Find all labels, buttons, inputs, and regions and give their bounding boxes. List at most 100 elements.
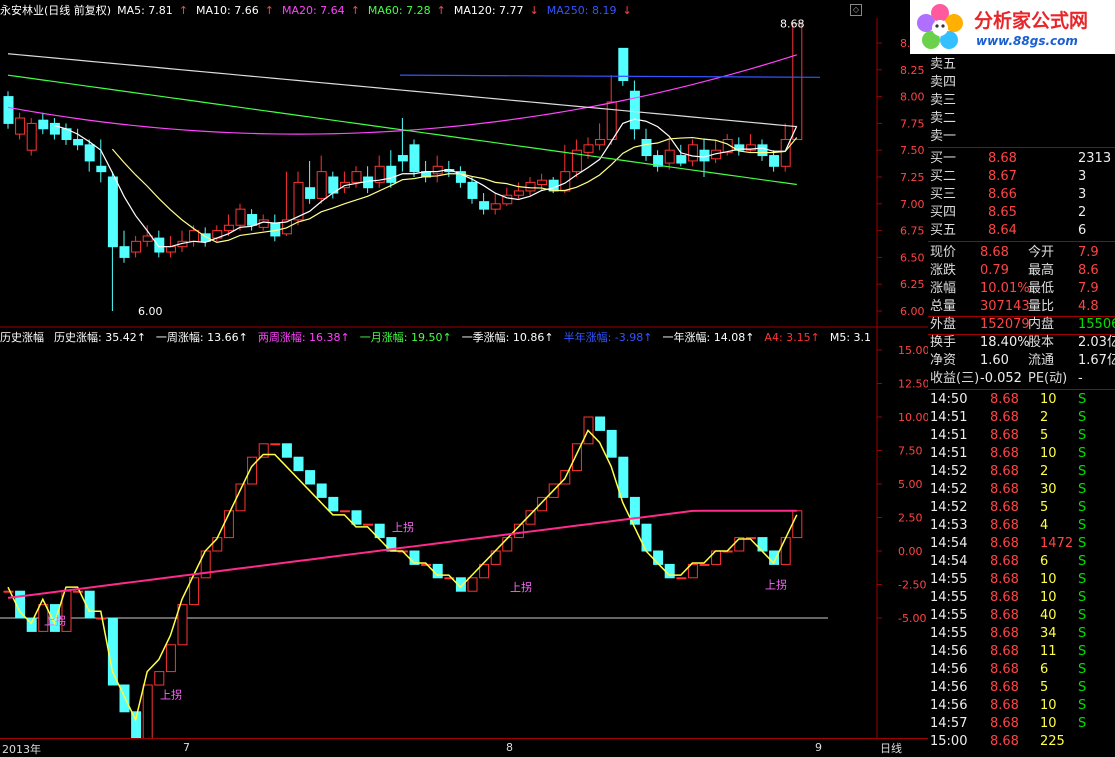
tick-time: 14:52: [930, 500, 968, 515]
ind-tick-label: -2.50: [898, 579, 926, 592]
ind-tick-label: 15.00: [898, 344, 928, 357]
candle-down: [3, 96, 14, 124]
ma-arrow: ↓: [622, 4, 632, 17]
indicator-bar: [142, 684, 153, 740]
ma-arrow: ↓: [529, 4, 539, 17]
indicator-bar: [676, 577, 687, 580]
tick-price: 8.68: [990, 572, 1019, 587]
tick-price: 8.68: [990, 536, 1019, 551]
ask-label: 卖五: [930, 57, 957, 72]
price-tick-label: 6.25: [900, 278, 925, 291]
tick-row: 14:51 8.68 5 S: [928, 427, 1115, 445]
bid-row: 买四 8.65 2: [928, 204, 1115, 222]
tick-side: S: [1078, 500, 1087, 515]
kline-chart[interactable]: 8.508.258.007.757.507.257.006.756.506.25…: [0, 0, 928, 756]
candle-down: [548, 179, 559, 192]
price-header: 永安林业(日线 前复权) MA5: 7.81 ↑ MA10: 7.66 ↑ MA20: 7…: [0, 3, 855, 19]
price-tick-label: 6.75: [900, 225, 925, 238]
candle-down: [467, 181, 478, 199]
ma-arrow: ↑: [178, 4, 189, 17]
ind-tick-label: -5.00: [898, 612, 926, 625]
tick-volume: 11: [1040, 644, 1057, 659]
bid-label: 买二: [930, 169, 957, 184]
candle-up: [792, 23, 803, 140]
indicator-label: A4: 3.15↑: [764, 331, 820, 344]
bid-label: 买四: [930, 205, 957, 220]
ma-label: MA60: 7.28: [367, 4, 431, 17]
ma120-line: [7, 53, 797, 128]
tick-time: 15:00: [930, 734, 968, 749]
ask-label: 卖三: [930, 93, 957, 108]
tick-side: S: [1078, 410, 1087, 425]
ma-legend: MA5: 7.81 ↑ MA10: 7.66 ↑ MA20: 7.64 ↑ MA60: 7.…: [117, 4, 640, 17]
tick-side: S: [1078, 392, 1087, 407]
candle-up: [606, 101, 617, 140]
bid-price: 8.65: [988, 205, 1017, 220]
candle-down: [479, 201, 490, 210]
ma-label: MA250: 8.19: [546, 4, 617, 17]
tick-side: S: [1078, 518, 1087, 533]
indicator-bar: [467, 577, 478, 592]
bid-label: 买五: [930, 223, 957, 238]
indicator-label: 一周涨幅: 13.66↑: [155, 331, 248, 344]
tick-time: 14:50: [930, 392, 968, 407]
candle-up: [316, 171, 327, 199]
ind-tick-label: 5.00: [898, 478, 923, 491]
quote-label: 今开: [1028, 245, 1055, 260]
indicator-label: 两周涨幅: 16.38↑: [257, 331, 350, 344]
quote-label: 涨跌: [930, 263, 957, 278]
indicator-bar: [305, 470, 316, 485]
candle-up: [165, 246, 176, 253]
price-tick-label: 8.00: [900, 91, 925, 104]
chart-area[interactable]: 8.508.258.007.757.507.257.006.756.506.25…: [0, 0, 928, 756]
indicator-label: 历史涨幅: [0, 331, 44, 344]
candle-down: [641, 138, 652, 157]
ask-label: 卖一: [930, 129, 957, 144]
quote-value: 307143: [980, 299, 1030, 314]
restore-icon[interactable]: ◇: [850, 4, 862, 16]
tick-price: 8.68: [990, 482, 1019, 497]
candle-down: [73, 138, 84, 146]
bid-row: 买三 8.66 3: [928, 186, 1115, 204]
candle-up: [664, 149, 675, 164]
tick-volume: 10: [1040, 716, 1057, 731]
quote-row: 外盘 152079内盘 155064: [928, 316, 1115, 334]
quote-value: 8.68: [980, 245, 1009, 260]
tick-side: S: [1078, 662, 1087, 677]
candle-down: [386, 165, 397, 183]
tick-volume: 10: [1040, 590, 1057, 605]
ma250-line: [399, 74, 821, 78]
candle-up: [513, 190, 524, 196]
price-tick-label: 7.25: [900, 171, 925, 184]
tick-time: 14:57: [930, 716, 968, 731]
tick-row: 14:54 8.68 6 S: [928, 553, 1115, 571]
ask-row: 卖三: [928, 92, 1115, 110]
divider: [928, 241, 1115, 242]
candle-up: [595, 138, 606, 146]
ma-arrow: ↑: [264, 4, 274, 17]
quote-row: 换手 18.40% 股本 2.03亿: [928, 334, 1115, 352]
period-tab-daily[interactable]: 日线: [880, 740, 902, 756]
x-label-year: 2013年: [2, 743, 41, 756]
ma-label: MA5: 7.81: [117, 4, 173, 17]
time-axis: 2013年 7 8 9: [0, 738, 928, 757]
quote-label: 现价: [930, 245, 957, 260]
tick-time: 14:55: [930, 608, 968, 623]
quote-row: 收益(三) -0.052 PE(动) -: [928, 370, 1115, 388]
tick-side: S: [1078, 626, 1087, 641]
indicator-bar: [653, 550, 664, 565]
quote-value: 0.79: [980, 263, 1009, 278]
quote-value: 8.6: [1078, 263, 1099, 278]
price-tick-label: 8.25: [900, 64, 925, 77]
tick-price: 8.68: [990, 644, 1019, 659]
quote-label: 最低: [1028, 281, 1055, 296]
candle-down: [49, 122, 60, 135]
ma-label: MA20: 7.64: [281, 4, 345, 17]
watermark-logo: 分析家公式网 www.88gs.com: [910, 0, 1115, 54]
flower-logo-icon: [917, 4, 963, 49]
bid-volume: 2313: [1078, 151, 1112, 166]
quote-value: 2.03亿: [1078, 335, 1115, 350]
indicator-bar: [316, 483, 327, 498]
watermark-name: 分析家公式网: [974, 10, 1089, 32]
ask-row: 卖四: [928, 74, 1115, 92]
